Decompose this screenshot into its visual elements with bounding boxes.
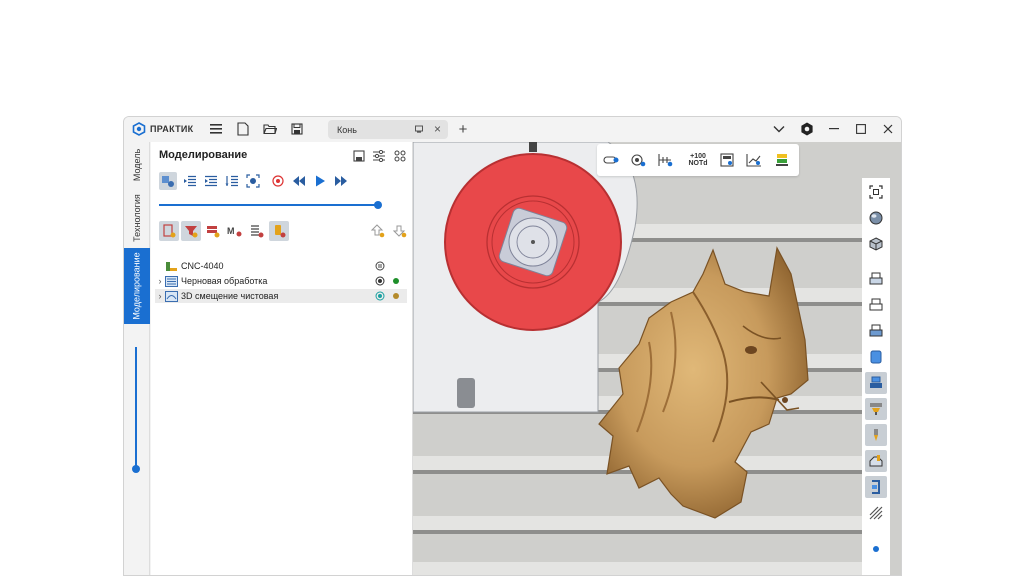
tree-item-label: CNC-4040 — [181, 261, 224, 271]
scene — [413, 142, 901, 575]
tab-model[interactable]: Модель — [124, 142, 150, 188]
stop-icon[interactable] — [269, 172, 287, 190]
tab-simulation[interactable]: Моделирование — [124, 248, 150, 324]
simulation-mode-icon[interactable] — [159, 172, 177, 190]
settings-icon[interactable] — [799, 121, 815, 137]
tree-item-rough[interactable]: › Черновая обработка — [155, 274, 407, 288]
tool-measure-icon[interactable] — [629, 151, 647, 169]
vertical-tab-bar: Модель Технология Моделирование — [124, 142, 150, 575]
app-logo: ПРАКТИК — [132, 122, 193, 136]
counter-top: +100 — [690, 153, 706, 160]
panel-title: Моделирование — [159, 149, 248, 161]
tool-view-1-icon[interactable] — [865, 398, 887, 420]
menu-icon[interactable] — [208, 121, 224, 137]
step-back-icon[interactable] — [202, 172, 220, 190]
tool-calculator-icon[interactable] — [718, 151, 736, 169]
panel-grid-icon[interactable] — [391, 147, 409, 165]
status-dot — [393, 278, 399, 284]
tool-chart-icon[interactable] — [745, 151, 763, 169]
tab-close-icon[interactable]: × — [434, 123, 441, 135]
tree-item-label: 3D смещение чистовая — [181, 291, 279, 301]
progress-slider-track[interactable] — [159, 204, 379, 206]
status-dot — [393, 293, 399, 299]
stock-view-3-icon[interactable] — [865, 320, 887, 342]
stock-view-1-icon[interactable] — [865, 268, 887, 290]
chevron-down-icon[interactable] — [771, 121, 787, 137]
stock-view-2-icon[interactable] — [865, 294, 887, 316]
tab-model-label: Модель — [132, 148, 142, 182]
tree-item-label: Черновая обработка — [181, 276, 268, 286]
app-window: ПРАКТИК Конь × + Модель Технология Модел… — [123, 116, 902, 576]
fast-forward-icon[interactable] — [332, 172, 350, 190]
move-up-icon[interactable] — [368, 221, 388, 241]
point-view-icon[interactable] — [865, 538, 887, 560]
right-toolbar — [862, 178, 890, 575]
view-sphere-icon[interactable] — [865, 207, 887, 229]
machine-params-icon[interactable] — [375, 261, 385, 271]
save-icon[interactable] — [289, 121, 305, 137]
simulation-panel: Моделирование M CNC-4040 › Черновая обра… — [151, 142, 413, 575]
view-fit-icon[interactable] — [865, 181, 887, 203]
collision-check-icon[interactable] — [269, 221, 289, 241]
stock-view-4-icon[interactable] — [865, 346, 887, 368]
app-name: ПРАКТИК — [150, 124, 194, 134]
tab-technology-label: Технология — [132, 194, 142, 242]
play-icon[interactable] — [311, 172, 329, 190]
progress-slider-thumb[interactable] — [374, 201, 382, 209]
stock-view-5-icon[interactable] — [865, 372, 887, 394]
finishing-icon — [165, 290, 178, 302]
tree-item-machine[interactable]: CNC-4040 — [155, 259, 407, 273]
tab-simulation-label: Моделирование — [132, 252, 142, 320]
logo-icon — [132, 122, 146, 136]
tree-item-finish[interactable]: › 3D смещение чистовая — [155, 289, 407, 303]
expand-chevron-icon[interactable]: › — [155, 276, 165, 286]
view-iso-icon[interactable] — [865, 233, 887, 255]
open-folder-icon[interactable] — [262, 121, 278, 137]
pin-icon[interactable] — [414, 124, 424, 134]
roughing-icon — [165, 275, 178, 287]
titlebar: ПРАКТИК Конь × + — [124, 117, 901, 142]
rewind-icon[interactable] — [290, 172, 308, 190]
tab-document[interactable]: Конь × — [328, 120, 448, 139]
visibility-toggle-icon[interactable] — [375, 276, 385, 286]
3d-viewport[interactable]: +100 NOTd — [413, 142, 901, 575]
tab-label: Конь — [337, 124, 357, 135]
show-tool-icon[interactable] — [203, 221, 223, 241]
show-toolpath-icon[interactable] — [181, 221, 201, 241]
panel-save-icon[interactable] — [350, 147, 368, 165]
fit-view-icon[interactable] — [244, 172, 262, 190]
tool-layers-icon[interactable] — [773, 151, 791, 169]
tool-counter[interactable]: +100 NOTd — [687, 151, 709, 169]
tool-view-3-icon[interactable] — [865, 450, 887, 472]
svg-text:M: M — [227, 226, 235, 236]
machine-icon — [166, 261, 177, 271]
tab-technology[interactable]: Технология — [124, 188, 150, 248]
view-toolbar: +100 NOTd — [597, 144, 799, 176]
step-back-lines-icon[interactable] — [181, 172, 199, 190]
counter-bottom: NOTd — [688, 160, 708, 167]
operation-list-icon[interactable] — [247, 221, 267, 241]
tool-rotate-icon[interactable] — [602, 151, 620, 169]
close-icon[interactable] — [880, 121, 896, 137]
new-tab-button[interactable]: + — [455, 121, 471, 138]
new-file-icon[interactable] — [235, 121, 251, 137]
speed-slider-track[interactable] — [135, 347, 137, 469]
move-down-icon[interactable] — [390, 221, 410, 241]
panel-settings-icon[interactable] — [370, 147, 388, 165]
minimize-icon[interactable] — [826, 121, 842, 137]
tool-caliper-icon[interactable] — [656, 151, 674, 169]
toolpath-view-icon[interactable] — [865, 476, 887, 498]
expand-chevron-icon[interactable]: › — [155, 291, 165, 301]
tool-view-2-icon[interactable] — [865, 424, 887, 446]
hatch-view-icon[interactable] — [865, 502, 887, 524]
speed-slider-thumb[interactable] — [132, 465, 140, 473]
maximize-icon[interactable] — [853, 121, 869, 137]
show-stock-icon[interactable] — [159, 221, 179, 241]
visibility-toggle-icon[interactable] — [375, 291, 385, 301]
step-forward-icon[interactable] — [223, 172, 241, 190]
machine-code-icon[interactable]: M — [225, 221, 245, 241]
